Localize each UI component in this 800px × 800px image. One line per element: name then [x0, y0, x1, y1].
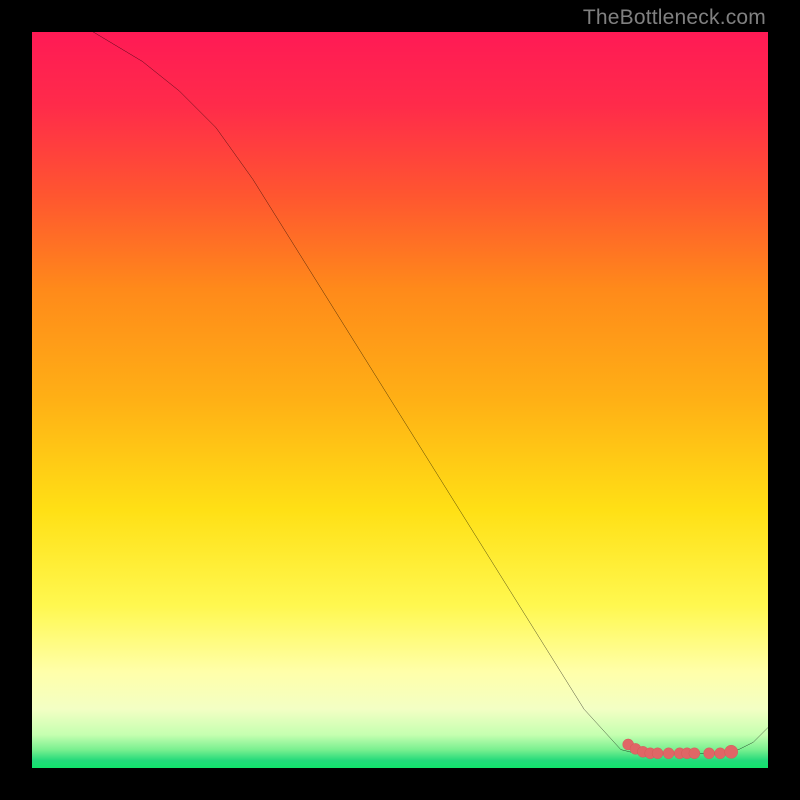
- chart-curve-layer: [32, 32, 768, 768]
- marker-dot: [715, 748, 726, 759]
- watermark-text: TheBottleneck.com: [583, 6, 766, 30]
- marker-dot: [663, 748, 674, 759]
- marker-dot: [704, 748, 715, 759]
- chart-frame: TheBottleneck.com: [0, 0, 800, 800]
- marker-dot: [725, 745, 738, 758]
- marker-dot: [652, 748, 663, 759]
- bottleneck-curve: [32, 32, 768, 753]
- plot-area: [32, 32, 768, 768]
- marker-dot: [689, 748, 700, 759]
- optimal-region-markers: [623, 739, 738, 759]
